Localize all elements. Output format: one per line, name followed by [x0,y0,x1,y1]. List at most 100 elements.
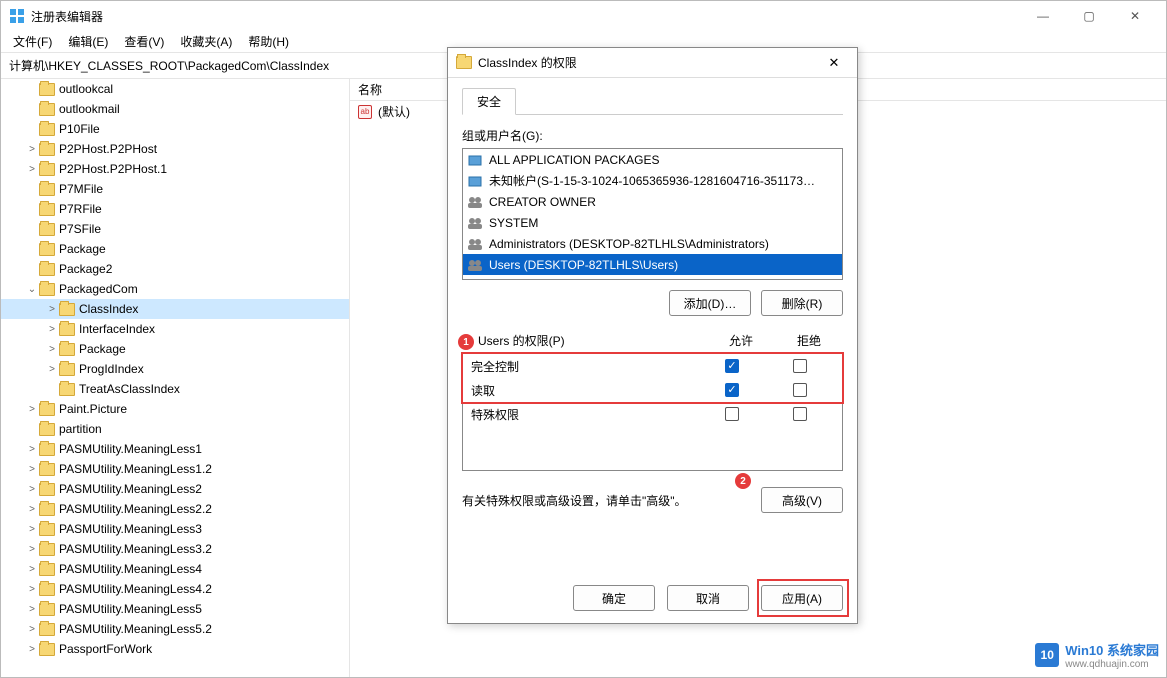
chevron-right-icon[interactable]: > [25,404,39,415]
tree-item[interactable]: >PassportForWork [1,639,349,659]
principal-row[interactable]: ALL APPLICATION PACKAGES [463,149,842,170]
tree-item[interactable]: >P2PHost.P2PHost.1 [1,159,349,179]
tree-item[interactable]: outlookcal [1,79,349,99]
tree-item[interactable]: >PASMUtility.MeaningLess2 [1,479,349,499]
chevron-right-icon[interactable]: > [45,344,59,355]
menu-edit[interactable]: 编辑(E) [62,31,114,52]
principals-list[interactable]: ALL APPLICATION PACKAGES未知帐户(S-1-15-3-10… [462,148,843,280]
chevron-right-icon[interactable]: > [25,144,39,155]
dialog-titlebar: ClassIndex 的权限 ✕ [448,48,857,78]
folder-icon [39,243,55,256]
chevron-right-icon[interactable]: > [25,624,39,635]
tree-item[interactable]: partition [1,419,349,439]
dialog-close-button[interactable]: ✕ [819,55,849,71]
chevron-right-icon[interactable]: > [25,564,39,575]
tree-item[interactable]: > PASMUtility.MeaningLess4.2 [1,579,349,599]
tree-item[interactable]: > Paint.Picture [1,399,349,419]
tree-item[interactable]: >PASMUtility.MeaningLess1 [1,439,349,459]
menu-favorites[interactable]: 收藏夹(A) [174,31,238,52]
chevron-right-icon[interactable]: > [25,524,39,535]
tree-item[interactable]: >PASMUtility.MeaningLess3 [1,519,349,539]
add-button[interactable]: 添加(D)… [669,290,751,316]
principal-label: CREATOR OWNER [489,195,596,209]
tree-item[interactable]: >P2PHost.P2PHost [1,139,349,159]
tree-item[interactable]: >ClassIndex [1,299,349,319]
tree-item[interactable]: P7RFile [1,199,349,219]
advanced-row: 有关特殊权限或高级设置，请单击"高级"。 2 高级(V) [462,487,843,513]
chevron-right-icon[interactable]: > [25,584,39,595]
tree-item[interactable]: >Package [1,339,349,359]
tree-item[interactable]: P7MFile [1,179,349,199]
chevron-right-icon[interactable]: > [25,644,39,655]
deny-checkbox[interactable] [793,359,807,373]
folder-icon [39,463,55,476]
tree-item-label: PASMUtility.MeaningLess4.2 [59,582,212,596]
principal-row[interactable]: 未知帐户(S-1-15-3-1024-1065365936-1281604716… [463,170,842,191]
allow-checkbox[interactable]: ✓ [725,383,739,397]
tree-scroll[interactable]: outlookcaloutlookmailP10File>P2PHost.P2P… [1,79,349,677]
chevron-right-icon[interactable]: > [25,604,39,615]
apply-button[interactable]: 应用(A) [761,585,843,611]
tree-item[interactable]: TreatAsClassIndex [1,379,349,399]
tab-security[interactable]: 安全 [462,88,516,115]
tree-item[interactable]: P10File [1,119,349,139]
chevron-right-icon[interactable]: > [25,504,39,515]
tree-item[interactable]: >PASMUtility.MeaningLess5.2 [1,619,349,639]
chevron-right-icon[interactable]: > [25,544,39,555]
deny-checkbox[interactable] [793,407,807,421]
close-button[interactable]: ✕ [1112,1,1158,31]
cancel-button[interactable]: 取消 [667,585,749,611]
chevron-right-icon[interactable]: > [45,364,59,375]
annotation-badge-2: 2 [735,473,751,489]
tree-item[interactable]: >PASMUtility.MeaningLess3.2 [1,539,349,559]
menu-view[interactable]: 查看(V) [118,31,170,52]
permissions-dialog: ClassIndex 的权限 ✕ 安全 组或用户名(G): ALL APPLIC… [447,47,858,624]
tree-item-label: ProgIdIndex [79,362,144,376]
column-allow: 允许 [707,332,775,349]
package-icon [467,153,483,167]
tree-item[interactable]: >PASMUtility.MeaningLess4 [1,559,349,579]
principal-row[interactable]: Users (DESKTOP-82TLHLS\Users) [463,254,842,275]
chevron-right-icon[interactable]: > [45,304,59,315]
chevron-right-icon[interactable]: > [25,444,39,455]
menu-file[interactable]: 文件(F) [7,31,58,52]
remove-button[interactable]: 删除(R) [761,290,843,316]
chevron-right-icon[interactable]: > [45,324,59,335]
chevron-right-icon[interactable]: > [25,164,39,175]
tree-item-label: PASMUtility.MeaningLess1.2 [59,462,212,476]
allow-checkbox[interactable]: ✓ [725,359,739,373]
tree-item[interactable]: >InterfaceIndex [1,319,349,339]
folder-icon [59,303,75,316]
principal-row[interactable]: CREATOR OWNER [463,191,842,212]
column-name[interactable]: 名称 [358,81,382,98]
allow-checkbox[interactable] [725,407,739,421]
chevron-right-icon[interactable]: > [25,484,39,495]
tree-item[interactable]: outlookmail [1,99,349,119]
tree-item-label: Paint.Picture [59,402,127,416]
menu-help[interactable]: 帮助(H) [242,31,295,52]
chevron-down-icon[interactable]: ⌄ [25,284,39,295]
watermark-url: www.qdhuajin.com [1065,659,1159,670]
chevron-right-icon[interactable]: > [25,464,39,475]
maximize-button[interactable]: ▢ [1066,1,1112,31]
minimize-button[interactable]: — [1020,1,1066,31]
tree-item[interactable]: P7SFile [1,219,349,239]
tree-item[interactable]: >PASMUtility.MeaningLess5 [1,599,349,619]
tree-item[interactable]: > ProgIdIndex [1,359,349,379]
watermark-brand: Win10 系统家园 [1065,643,1159,658]
principal-row[interactable]: Administrators (DESKTOP-82TLHLS\Administ… [463,233,842,254]
deny-checkbox[interactable] [793,383,807,397]
tree-item[interactable]: Package2 [1,259,349,279]
tree-item[interactable]: Package [1,239,349,259]
permission-row: 特殊权限 [463,402,842,426]
folder-icon [59,363,75,376]
watermark-logo: 10 [1035,643,1059,667]
tree-item[interactable]: ⌄PackagedCom [1,279,349,299]
ok-button[interactable]: 确定 [573,585,655,611]
column-deny: 拒绝 [775,332,843,349]
tree-item[interactable]: >PASMUtility.MeaningLess2.2 [1,499,349,519]
advanced-button[interactable]: 高级(V) [761,487,843,513]
principal-row[interactable]: SYSTEM [463,212,842,233]
permission-row: 完全控制✓ [463,354,842,378]
tree-item[interactable]: > PASMUtility.MeaningLess1.2 [1,459,349,479]
